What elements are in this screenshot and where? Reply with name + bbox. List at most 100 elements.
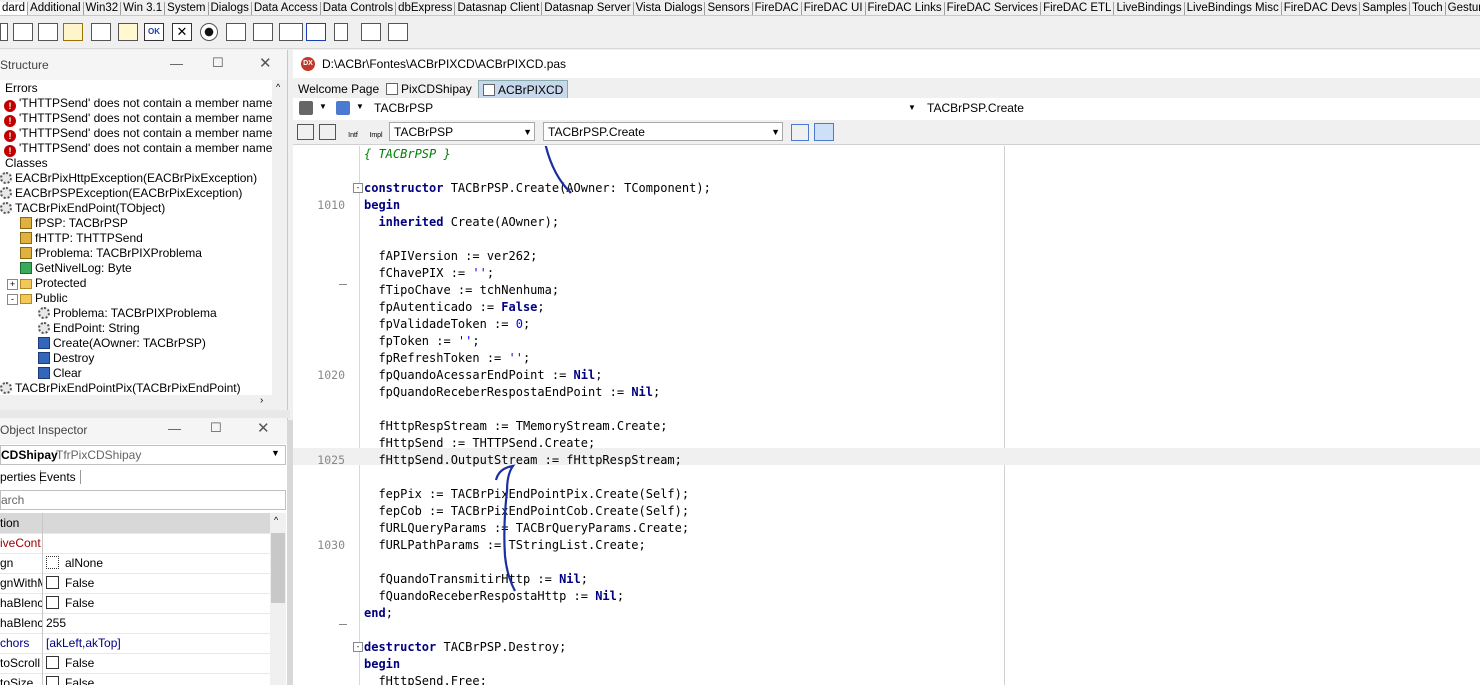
chevron-down-icon[interactable]: ▼ [319, 102, 327, 111]
tab-acbrpixcd[interactable]: ACBrPIXCD [478, 80, 569, 100]
tab-events[interactable]: Events [39, 470, 81, 484]
palette-tab[interactable]: FireDAC [753, 2, 802, 15]
component-combobox-icon[interactable] [253, 23, 273, 41]
property-value[interactable]: False [46, 653, 94, 673]
close-icon[interactable]: ✕ [259, 54, 272, 72]
component-memo-icon[interactable] [13, 23, 33, 41]
palette-tab[interactable]: System [165, 2, 209, 15]
tree-item[interactable]: ! 'THTTPSend' does not contain a member n… [4, 111, 272, 127]
component-pencil-icon[interactable] [63, 23, 83, 41]
property-row[interactable]: gnWithM False [0, 573, 270, 594]
tree-item[interactable]: fProblema: TACBrPIXProblema [20, 246, 202, 261]
property-value[interactable]: alNone [46, 553, 103, 573]
tree-item[interactable]: Problema: TACBrPIXProblema [38, 306, 217, 321]
tree-item[interactable]: Errors [5, 81, 38, 96]
property-grid[interactable]: tion iveCont gn alNone gnWithM False haBlenc Fa… [0, 513, 270, 685]
tree-item[interactable]: - Public [7, 291, 68, 306]
chevron-down-icon[interactable]: ▼ [771, 123, 780, 141]
property-row[interactable]: gn alNone [0, 553, 270, 574]
structure-hscrollbar[interactable]: › [0, 395, 272, 410]
palette-tab[interactable]: Additional [28, 2, 84, 15]
implementation-icon[interactable]: Impl [368, 122, 384, 140]
expand-icon[interactable]: + [7, 279, 18, 290]
component-listbox2-icon[interactable] [226, 23, 246, 41]
palette-tab[interactable]: FireDAC Services [945, 2, 1042, 15]
component-page-icon[interactable] [118, 23, 138, 41]
interface-icon[interactable]: Intf [345, 122, 361, 140]
tree-item[interactable]: GetNivelLog: Byte [20, 261, 132, 276]
toggle-form-icon[interactable] [319, 124, 336, 140]
palette-tab[interactable]: Dialogs [209, 2, 252, 15]
component-radiobutton-icon[interactable] [200, 23, 218, 41]
property-row[interactable]: haBlenc False [0, 593, 270, 614]
object-selector[interactable]: CDShipay TfrPixCDShipay ▼ [0, 445, 286, 465]
sync-edit-icon[interactable] [791, 124, 809, 141]
component-panel-icon[interactable] [361, 23, 381, 41]
tree-item[interactable]: + Protected [7, 276, 86, 291]
tree-item[interactable]: fPSP: TACBrPSP [20, 216, 128, 231]
palette-tab[interactable]: Sensors [705, 2, 753, 15]
tree-item[interactable]: Destroy [38, 351, 94, 366]
method-navigator[interactable]: TACBrPSP.Create [927, 101, 1024, 115]
tree-item[interactable]: EACBrPSPException(EACBrPixException) [0, 186, 242, 201]
browse-icon[interactable] [297, 124, 314, 140]
palette-tab[interactable]: Vista Dialogs [634, 2, 706, 15]
palette-tab[interactable]: FireDAC ETL [1041, 2, 1115, 15]
palette-tab[interactable]: FireDAC UI [802, 2, 866, 15]
minimize-icon[interactable]: — [168, 421, 181, 436]
property-search-input[interactable]: arch [0, 490, 286, 510]
units-icon[interactable] [336, 101, 350, 115]
tree-item[interactable]: TACBrPixEndPoint(TObject) [0, 201, 165, 216]
component-label-icon[interactable] [0, 23, 8, 41]
tree-item[interactable]: Clear [38, 366, 82, 381]
palette-tab[interactable]: dard [0, 2, 29, 15]
property-value[interactable]: [akLeft,akTop] [46, 633, 121, 653]
tree-item[interactable]: ! 'THTTPSend' does not contain a member n… [4, 96, 272, 112]
property-row[interactable]: chors [akLeft,akTop] [0, 633, 270, 654]
palette-tab[interactable]: Datasnap Server [542, 2, 634, 15]
chevron-down-icon[interactable]: ▼ [908, 103, 916, 112]
collapse-icon[interactable]: - [7, 294, 18, 305]
maximize-icon[interactable]: ☐ [210, 420, 222, 436]
tree-item[interactable]: fHTTP: THTTPSend [20, 231, 143, 246]
palette-tab[interactable]: FireDAC Links [866, 2, 945, 15]
palette-tab[interactable]: Datasnap Client [455, 2, 543, 15]
tree-item[interactable]: Classes [5, 156, 48, 171]
property-value[interactable]: 255 [46, 613, 66, 633]
palette-tab[interactable]: LiveBindings [1114, 2, 1185, 15]
palette-tab[interactable]: Gestures [1446, 2, 1480, 15]
structure-view-icon[interactable] [814, 123, 834, 141]
palette-tab[interactable]: Samples [1360, 2, 1410, 15]
palette-tab[interactable]: Data Access [252, 2, 321, 15]
tab-pixcdshipay[interactable]: PixCDShipay [382, 80, 476, 98]
structure-vscrollbar[interactable]: ^ v [272, 80, 287, 410]
property-row[interactable]: haBlenc 255 [0, 613, 270, 634]
palette-tab[interactable]: FireDAC Devs [1282, 2, 1361, 15]
palette-tab[interactable]: dbExpress [396, 2, 456, 15]
palette-tab[interactable]: Data Controls [321, 2, 397, 15]
tree-item[interactable]: ! 'THTTPSend' does not contain a member n… [4, 126, 272, 142]
palette-tab[interactable]: Touch [1410, 2, 1446, 15]
palette-tab[interactable]: LiveBindings Misc [1185, 2, 1282, 15]
component-scrollbar-icon[interactable] [279, 23, 303, 41]
scrollbar-thumb[interactable] [271, 533, 285, 603]
tree-item[interactable]: EndPoint: String [38, 321, 140, 336]
chevron-down-icon[interactable]: ▼ [523, 123, 532, 141]
tree-item[interactable]: TACBrPixEndPointPix(TACBrPixEndPoint) [0, 381, 241, 396]
class-combo[interactable]: TACBrPSP ▼ [389, 122, 535, 141]
palette-tab[interactable]: Win 3.1 [121, 2, 166, 15]
maximize-icon[interactable]: ☐ [212, 55, 224, 71]
property-value[interactable]: False [46, 573, 94, 593]
fold-toggle[interactable]: - [353, 183, 363, 193]
class-navigator[interactable]: TACBrPSP [374, 101, 433, 115]
component-button-icon[interactable]: OK [144, 23, 164, 41]
code-area[interactable]: { TACBrPSP } constructor TACBrPSP.Create(… [293, 146, 1480, 685]
panel-splitter[interactable] [0, 410, 290, 418]
component-groupbox-icon[interactable] [306, 23, 326, 41]
method-combo[interactable]: TACBrPSP.Create ▼ [543, 122, 783, 141]
component-checkbox-icon[interactable]: ✕ [172, 23, 192, 41]
checkbox[interactable] [46, 656, 59, 669]
property-row[interactable]: iveCont [0, 533, 270, 554]
tab-welcome-page[interactable]: Welcome Page [294, 80, 383, 98]
close-icon[interactable]: ✕ [257, 419, 270, 437]
